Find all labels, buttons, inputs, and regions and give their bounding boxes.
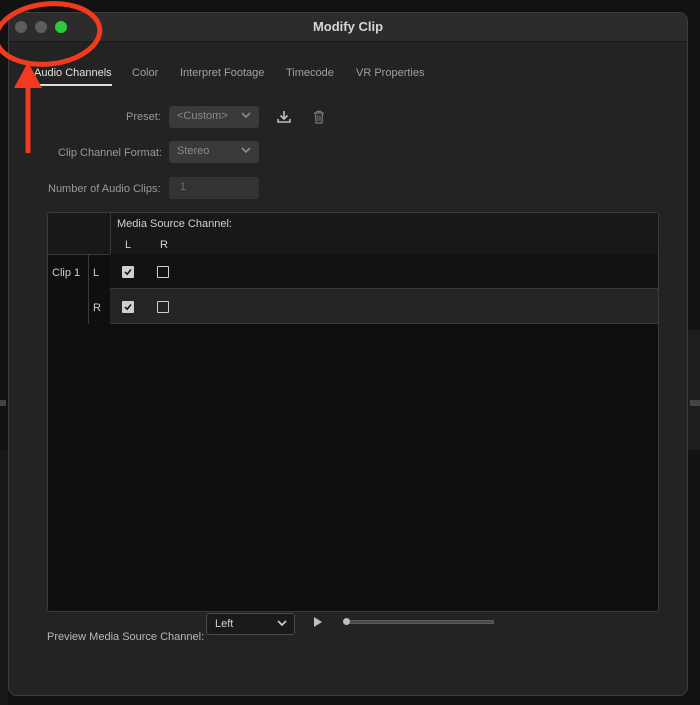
chevron-down-icon	[241, 112, 251, 119]
preview-progress-slider[interactable]	[346, 620, 494, 624]
title-bar: Modify Clip	[9, 13, 687, 42]
clip-channel-format-dropdown[interactable]: Stereo	[169, 141, 259, 163]
tab-vr-properties[interactable]: VR Properties	[356, 67, 424, 79]
number-of-audio-clips-field[interactable]: 1	[169, 177, 259, 199]
clip-channel-format-label: Clip Channel Format:	[58, 147, 162, 159]
clip-channel-label: L	[93, 267, 100, 279]
checkbox-r-to-l[interactable]	[122, 301, 134, 313]
checkbox-l-to-l[interactable]	[122, 266, 134, 278]
checkbox-l-to-r[interactable]	[157, 266, 169, 278]
background-panel-right	[688, 330, 700, 450]
table-row	[110, 254, 658, 289]
preset-dropdown[interactable]: <Custom>	[169, 106, 259, 128]
download-icon[interactable]	[276, 109, 292, 125]
window-title: Modify Clip	[312, 19, 384, 34]
table-row	[110, 289, 658, 324]
channel-mapping-grid: Media Source Channel: L R Clip 1 L R	[47, 212, 659, 612]
chevron-down-icon	[277, 620, 287, 627]
play-icon[interactable]	[314, 617, 322, 627]
preview-media-source-channel-label: Preview Media Source Channel:	[47, 631, 205, 643]
background-panel-left	[0, 450, 8, 705]
tab-color[interactable]: Color	[132, 67, 158, 79]
clip-channel-format-value: Stereo	[177, 145, 210, 157]
checkbox-r-to-r[interactable]	[157, 301, 169, 313]
modify-clip-dialog: Modify Clip Audio Channels Color Interpr…	[8, 12, 688, 696]
slider-handle[interactable]	[343, 618, 350, 625]
tab-interpret-footage[interactable]: Interpret Footage	[180, 67, 264, 79]
preview-channel-value: Left	[215, 618, 234, 630]
chevron-down-icon	[241, 147, 251, 154]
clip-label: Clip 1	[52, 267, 81, 279]
media-source-channel-header: Media Source Channel:	[117, 218, 232, 230]
background-divider-right	[690, 400, 700, 406]
tab-timecode[interactable]: Timecode	[286, 67, 334, 79]
tab-audio-channels[interactable]: Audio Channels	[34, 67, 112, 86]
clip-channel-label: R	[93, 302, 101, 314]
trash-icon[interactable]	[311, 109, 327, 125]
active-tab-indicator	[34, 84, 112, 86]
preview-channel-dropdown[interactable]: Left	[206, 613, 295, 635]
number-of-audio-clips-label: Number of Audio Clips:	[48, 183, 161, 195]
preset-label: Preset:	[126, 111, 161, 123]
source-channel-label: R	[160, 239, 168, 251]
grid-divider	[88, 254, 89, 324]
tab-label: Audio Channels	[34, 67, 112, 79]
preset-value: <Custom>	[177, 110, 228, 122]
source-channel-label: L	[125, 239, 132, 251]
background-divider-left	[0, 400, 6, 406]
